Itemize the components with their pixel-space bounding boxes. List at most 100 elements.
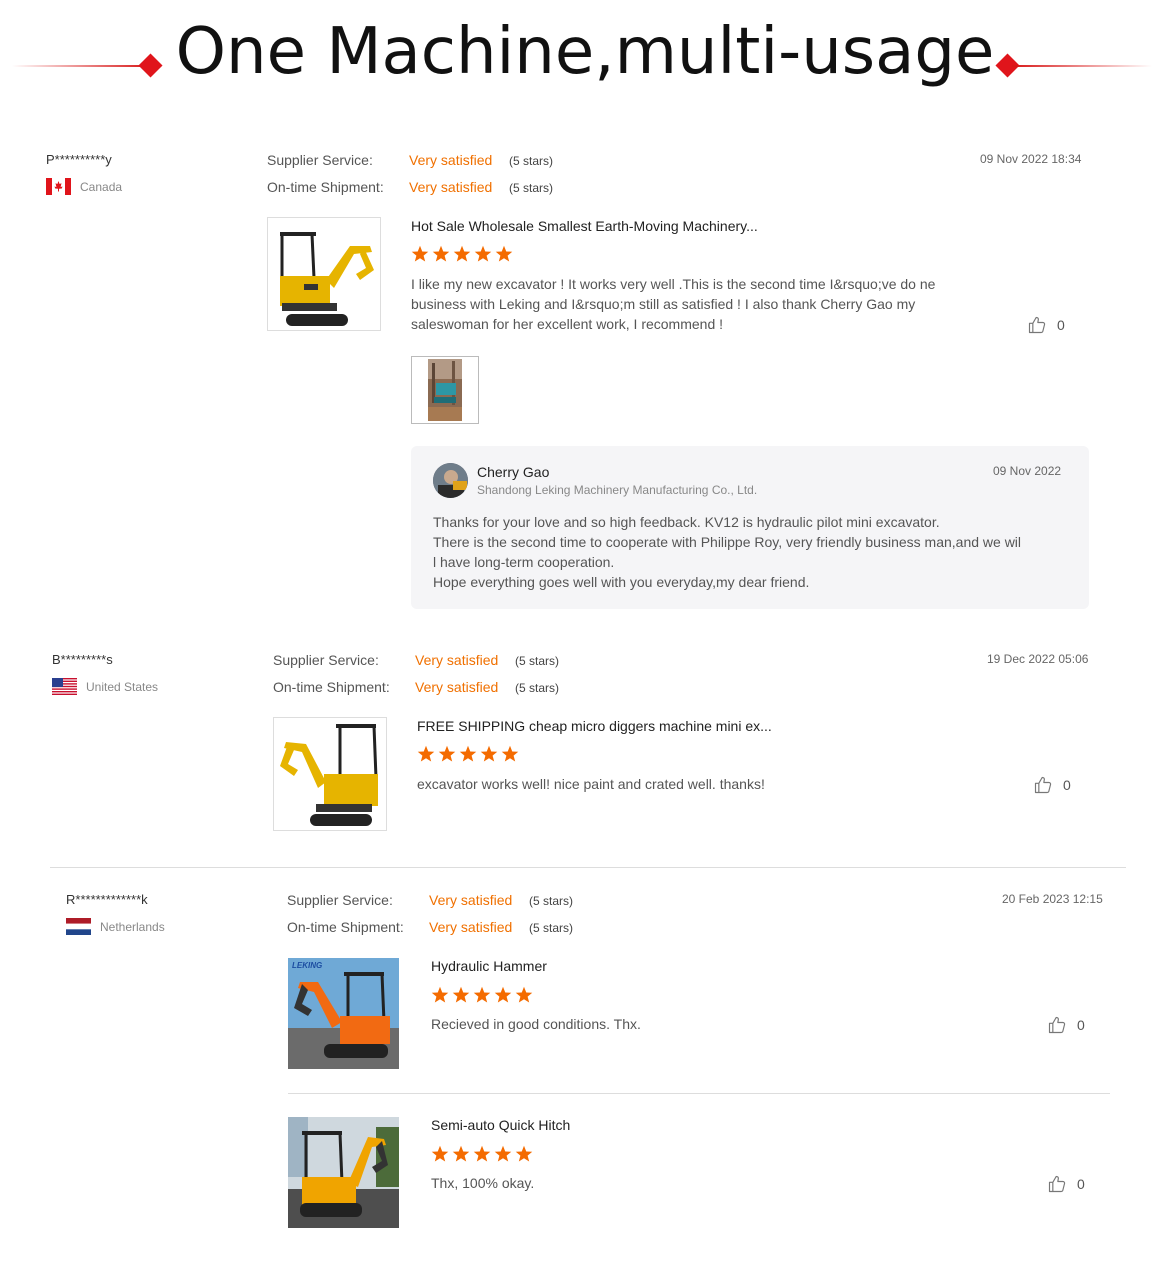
thumbs-up-icon: [1034, 776, 1052, 794]
product-image-logo: LEKING: [292, 961, 323, 970]
shipment-value: Very satisfied: [409, 179, 493, 195]
reviewer-country: Canada: [46, 178, 122, 195]
page-title: One Machine,multi-usage: [175, 15, 995, 89]
rating-stars: [431, 1145, 533, 1163]
review-photo-image: [412, 357, 478, 423]
country-label: Netherlands: [100, 919, 165, 934]
header-diamond-left: [138, 53, 163, 78]
supplier-service-stars: (5 stars): [515, 654, 560, 668]
star-icon: [515, 1145, 533, 1162]
reviewer-name: R*************k: [66, 892, 148, 907]
excavator-orange-image: [288, 958, 399, 1069]
review-date: 20 Feb 2023 12:15: [1002, 892, 1103, 906]
review-photo[interactable]: [411, 356, 479, 424]
like-count: 0: [1057, 317, 1065, 333]
reviewer-name: B*********s: [52, 652, 113, 667]
reply-text-line: l have long-term cooperation.: [433, 554, 615, 570]
product-divider: [288, 1093, 1110, 1094]
supplier-service-value: Very satisfied: [409, 152, 493, 168]
supplier-service-label: Supplier Service:: [287, 892, 393, 908]
shipment-value: Very satisfied: [429, 919, 513, 935]
review-comment: excavator works well! nice paint and cra…: [417, 776, 765, 792]
thumbs-up-icon: [1028, 316, 1046, 334]
like-count: 0: [1077, 1176, 1085, 1192]
like-count: 0: [1077, 1017, 1085, 1033]
like-button[interactable]: 0: [1027, 315, 1065, 335]
product-title-link[interactable]: Hydraulic Hammer: [431, 958, 547, 974]
reply-text: Thanks for your love and so high feedbac…: [433, 512, 1021, 592]
product-image[interactable]: LEKING: [288, 958, 399, 1069]
star-icon: [474, 245, 492, 262]
product-title-link[interactable]: Semi-auto Quick Hitch: [431, 1117, 570, 1133]
netherlands-flag-icon: [66, 918, 91, 935]
product-image[interactable]: [273, 717, 387, 831]
like-button[interactable]: 0: [1047, 1015, 1085, 1035]
supplier-service-stars: (5 stars): [529, 894, 574, 908]
star-icon: [495, 245, 513, 262]
review-date: 19 Dec 2022 05:06: [987, 652, 1089, 666]
product-title-link[interactable]: Hot Sale Wholesale Smallest Earth-Moving…: [411, 218, 758, 234]
product-image[interactable]: [288, 1117, 399, 1228]
rating-stars: [431, 986, 533, 1004]
reply-text-line: Hope everything goes well with you every…: [433, 574, 810, 590]
canada-flag-icon: [46, 178, 71, 195]
reviewer-name: P**********y: [46, 152, 112, 167]
review-comment: Thx, 100% okay.: [431, 1175, 535, 1191]
thumbs-up-icon: [1048, 1016, 1066, 1034]
star-icon: [480, 745, 498, 762]
star-icon: [452, 1145, 470, 1162]
star-icon: [411, 245, 429, 262]
star-icon: [431, 986, 449, 1003]
star-icon: [432, 245, 450, 262]
star-icon: [452, 986, 470, 1003]
supplier-service-value: Very satisfied: [429, 892, 513, 908]
product-title-link[interactable]: FREE SHIPPING cheap micro diggers machin…: [417, 718, 772, 734]
supplier-service-stars: (5 stars): [509, 154, 554, 168]
shipment-stars: (5 stars): [515, 681, 560, 695]
star-icon: [417, 745, 435, 762]
supplier-service-label: Supplier Service:: [273, 652, 379, 668]
reply-text-line: There is the second time to cooperate wi…: [433, 534, 1022, 550]
review-divider: [50, 867, 1126, 868]
star-icon: [501, 745, 519, 762]
star-icon: [494, 1145, 512, 1162]
avatar: [433, 463, 468, 498]
usa-flag-icon: [52, 678, 77, 695]
thumbs-up-icon: [1048, 1175, 1066, 1193]
country-label: United States: [86, 679, 159, 694]
country-label: Canada: [80, 179, 123, 194]
header-decor-line-right: [1012, 65, 1152, 67]
reply-date: 09 Nov 2022: [993, 464, 1062, 478]
supplier-service-value: Very satisfied: [415, 652, 499, 668]
reply-author-name: Cherry Gao: [477, 464, 550, 480]
shipment-value: Very satisfied: [415, 679, 499, 695]
excavator-yellow-image: [274, 718, 386, 830]
review-date: 09 Nov 2022 18:34: [980, 152, 1082, 166]
star-icon: [431, 1145, 449, 1162]
star-icon: [453, 245, 471, 262]
rating-stars: [411, 245, 513, 263]
product-image[interactable]: [267, 217, 381, 331]
shipment-label: On-time Shipment:: [273, 679, 390, 695]
star-icon: [473, 986, 491, 1003]
star-icon: [473, 1145, 491, 1162]
excavator-yellow-outdoor-image: [288, 1117, 399, 1228]
like-count: 0: [1063, 777, 1071, 793]
like-button[interactable]: 0: [1033, 775, 1071, 795]
shipment-stars: (5 stars): [529, 921, 574, 935]
shipment-label: On-time Shipment:: [267, 179, 384, 195]
reply-text-line: Thanks for your love and so high feedbac…: [433, 514, 940, 530]
supplier-service-label: Supplier Service:: [267, 152, 373, 168]
star-icon: [459, 745, 477, 762]
rating-stars: [417, 745, 519, 763]
review-comment: I like my new excavator ! It works very …: [411, 276, 936, 332]
reply-company: Shandong Leking Machinery Manufacturing …: [477, 483, 758, 497]
excavator-yellow-image: [268, 218, 380, 330]
like-button[interactable]: 0: [1047, 1174, 1085, 1194]
star-icon: [494, 986, 512, 1003]
header-decor-line-left: [12, 65, 150, 67]
reviewer-country: United States: [52, 678, 158, 695]
review-comment: Recieved in good conditions. Thx.: [431, 1016, 641, 1032]
shipment-stars: (5 stars): [509, 181, 554, 195]
star-icon: [438, 745, 456, 762]
